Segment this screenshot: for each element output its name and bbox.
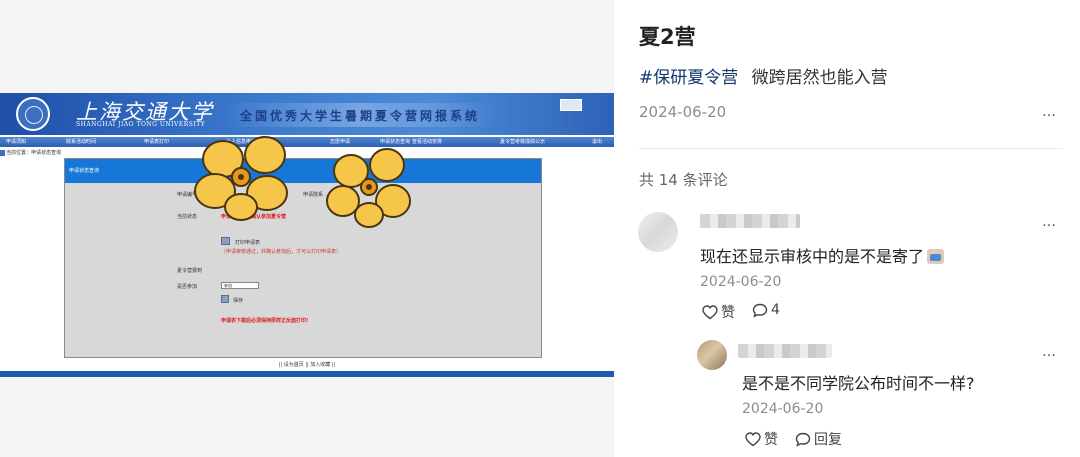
- like-label: 赞: [721, 305, 735, 321]
- flower-sticker-icon: [326, 148, 411, 228]
- attend-label: 是否参加: [177, 284, 198, 290]
- like-label: 赞: [764, 432, 778, 448]
- status-panel-header: 申请状态查询: [65, 159, 541, 183]
- post-body-text: 微跨居然也能入营: [751, 68, 888, 88]
- flower-sticker-icon: [194, 136, 288, 221]
- nav-item: 申请表打印: [144, 139, 170, 145]
- comment-text: 现在还显示审核中的是不是寄了: [700, 243, 945, 267]
- content-frame: 申请状态查询 申请编号 申请院系 当前状态 申请通过，请确认参加夏令营 打印申请…: [0, 157, 614, 358]
- avatar[interactable]: [638, 212, 678, 252]
- emoji-sticker-icon: [927, 249, 945, 264]
- more-icon[interactable]: …: [1042, 104, 1057, 120]
- post-detail: 夏2营 #保研夏令营 微跨居然也能入营 2024-06-20 … 共 14 条评…: [614, 0, 1080, 457]
- comment-bubble-icon: [752, 303, 768, 318]
- screenshot-image: 上海交通大学 SHANGHAI JIAO TONG UNIVERSITY 全国优…: [0, 93, 614, 377]
- comment-bubble-icon: [795, 432, 811, 447]
- university-name-en: SHANGHAI JIAO TONG UNIVERSITY: [76, 121, 206, 128]
- hashtag-link[interactable]: #保研夏令营: [639, 68, 738, 88]
- print-note: （申请审核通过，并确认参加后，才可以打印申请表）: [221, 249, 342, 255]
- printer-icon: [221, 237, 230, 245]
- site-nav: 申请须知 院系活动时间 申请表打印 个人信息维护 志愿申请 申请状态查询 查看活…: [0, 137, 614, 147]
- nav-item: 夏令营考核成绩公示: [500, 139, 546, 145]
- attend-select: 参加: [221, 282, 259, 289]
- comment-count: 共 14 条评论: [639, 171, 728, 189]
- post-body: #保研夏令营 微跨居然也能入营: [639, 63, 888, 88]
- like-button[interactable]: 赞: [745, 429, 778, 449]
- banner-button: [560, 99, 582, 111]
- post-image-panel[interactable]: 上海交通大学 SHANGHAI JIAO TONG UNIVERSITY 全国优…: [0, 0, 614, 457]
- status-panel: 申请状态查询 申请编号 申请院系 当前状态 申请通过，请确认参加夏令营 打印申请…: [64, 158, 542, 358]
- site-banner: 上海交通大学 SHANGHAI JIAO TONG UNIVERSITY 全国优…: [0, 93, 614, 135]
- heart-icon: [745, 431, 761, 446]
- print-warning: 申请表下载后必须保持原样正反面打印!: [221, 318, 309, 324]
- apply-label-2: 申请院系: [303, 192, 324, 198]
- university-seal-icon: [16, 97, 50, 131]
- reply-date: 2024-06-20: [742, 401, 824, 417]
- reply-label: 回复: [814, 432, 842, 448]
- save-icon: [221, 295, 229, 303]
- reply-button[interactable]: 回复: [795, 429, 842, 449]
- more-icon[interactable]: …: [1042, 214, 1057, 230]
- commenter-name-blurred[interactable]: [700, 214, 800, 228]
- post-date: 2024-06-20: [639, 103, 727, 121]
- comment-text-content: 现在还显示审核中的是不是寄了: [700, 247, 925, 266]
- camp-confirm-heading: 夏令营报到: [177, 268, 203, 274]
- replier-name-blurred[interactable]: [738, 344, 832, 358]
- nav-item: 申请须知: [6, 139, 27, 145]
- nav-item: 退出: [592, 139, 603, 145]
- reply-count-button[interactable]: 4: [752, 302, 780, 318]
- comment-date: 2024-06-20: [700, 274, 782, 290]
- system-title: 全国优秀大学生暑期夏令营网报系统: [222, 103, 498, 127]
- avatar[interactable]: [697, 340, 727, 370]
- page: 上海交通大学 SHANGHAI JIAO TONG UNIVERSITY 全国优…: [0, 0, 1080, 457]
- save-label: 保存: [233, 298, 244, 304]
- status-panel-title: 申请状态查询: [69, 168, 100, 174]
- nav-item: 院系活动时间: [66, 139, 97, 145]
- reply-text: 是不是不同学院公布时间不一样?: [742, 374, 975, 393]
- post-title: 夏2营: [639, 25, 696, 49]
- like-button[interactable]: 赞: [702, 302, 735, 322]
- more-icon[interactable]: …: [1042, 344, 1057, 360]
- divider: [639, 148, 1063, 149]
- site-footer: || 设为首页 || 加入收藏 ||: [278, 362, 336, 368]
- site-bottom-bar: [0, 371, 614, 377]
- print-link: 打印申请表: [235, 240, 261, 246]
- heart-icon: [702, 304, 718, 319]
- reply-count: 4: [771, 302, 780, 318]
